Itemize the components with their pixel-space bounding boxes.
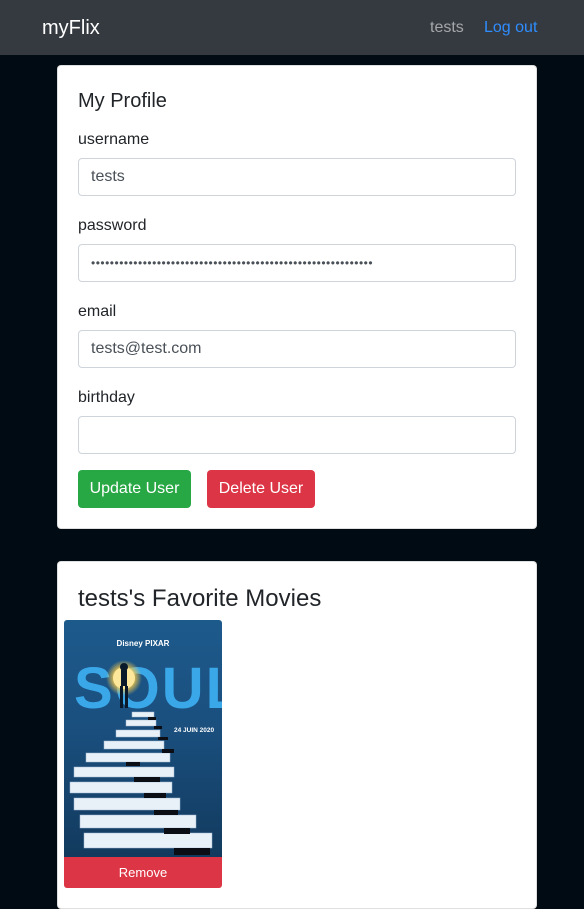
logout-link[interactable]: Log out: [484, 18, 537, 38]
nav-user-link[interactable]: tests: [430, 18, 464, 38]
profile-card: My Profile username tests password •••••…: [57, 65, 537, 529]
password-label: password: [78, 217, 147, 234]
navbar: myFlix tests Log out: [0, 0, 584, 55]
username-input[interactable]: tests: [78, 158, 516, 196]
brand-logo[interactable]: myFlix: [42, 16, 100, 40]
email-label: email: [78, 303, 117, 320]
poster-title: SOUL: [74, 656, 222, 721]
movie-poster-soul[interactable]: Disney PIXAR SOUL 24 JUIN 2020: [64, 620, 222, 857]
birthday-input[interactable]: [78, 416, 516, 454]
delete-user-button[interactable]: Delete User: [207, 470, 315, 508]
release-date: 24 JUIN 2020: [174, 727, 214, 734]
email-input[interactable]: tests@test.com: [78, 330, 516, 368]
password-input[interactable]: ••••••••••••••••••••••••••••••••••••••••…: [78, 244, 516, 282]
birthday-label: birthday: [78, 389, 135, 406]
soul-poster-image: Disney PIXAR SOUL 24 JUIN 2020: [64, 620, 222, 857]
favorites-title: tests's Favorite Movies: [78, 585, 322, 612]
profile-title: My Profile: [78, 90, 167, 112]
password-value: ••••••••••••••••••••••••••••••••••••••••…: [91, 256, 374, 270]
remove-favorite-button[interactable]: Remove: [64, 857, 222, 888]
studio-text: Disney PIXAR: [117, 639, 170, 648]
username-label: username: [78, 131, 150, 148]
update-user-button[interactable]: Update User: [78, 470, 191, 508]
favorites-card: tests's Favorite Movies Disney PIXAR SOU…: [57, 561, 537, 909]
